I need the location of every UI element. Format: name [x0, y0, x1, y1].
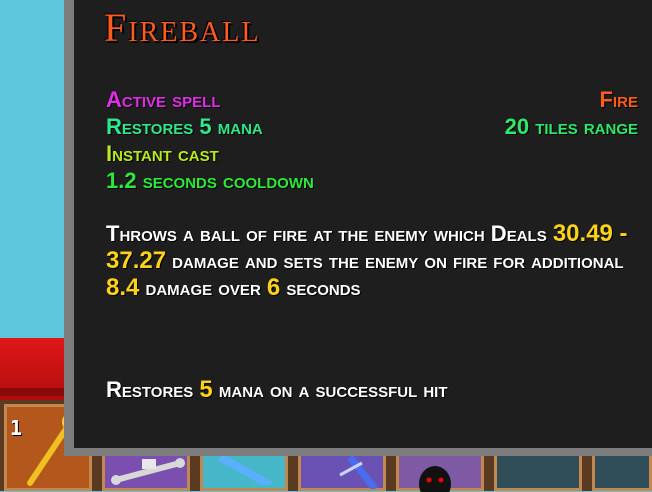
spell-description: Throws a ball of fire at the enemy which…	[106, 220, 646, 301]
restore-text-2: mana on a successful hit	[212, 377, 448, 402]
wand-icon	[339, 455, 378, 489]
burn-damage-value: 8.4	[106, 274, 140, 301]
spell-cooldown: 1.2 seconds cooldown	[106, 168, 314, 193]
spell-mana: Restores 5 mana	[106, 114, 263, 139]
bone-icon	[111, 458, 185, 485]
spell-cast-time: Instant cast	[106, 141, 219, 166]
desc-text-3: damage over	[139, 275, 267, 300]
spell-element: Fire	[599, 87, 638, 112]
burn-duration-value: 6	[266, 274, 281, 301]
restore-text-1: Restores	[106, 377, 200, 402]
ghost-icon	[419, 466, 451, 492]
desc-text-1: Throws a ball of fire at the enemy which…	[106, 221, 553, 246]
blue-item-icon	[218, 455, 272, 485]
spell-tooltip: Fireball Active spell Fire Restores 5 ma…	[64, 0, 652, 456]
spell-type: Active spell	[106, 87, 221, 112]
desc-text-4: seconds	[280, 275, 361, 300]
desc-text-2: damage and sets the enemy on fire for ad…	[166, 248, 624, 273]
spell-name: Fireball	[104, 5, 261, 50]
spell-range: 20 tiles range	[504, 114, 638, 139]
restore-amount: 5	[199, 376, 213, 403]
restore-description: Restores 5 mana on a successful hit	[106, 376, 646, 403]
